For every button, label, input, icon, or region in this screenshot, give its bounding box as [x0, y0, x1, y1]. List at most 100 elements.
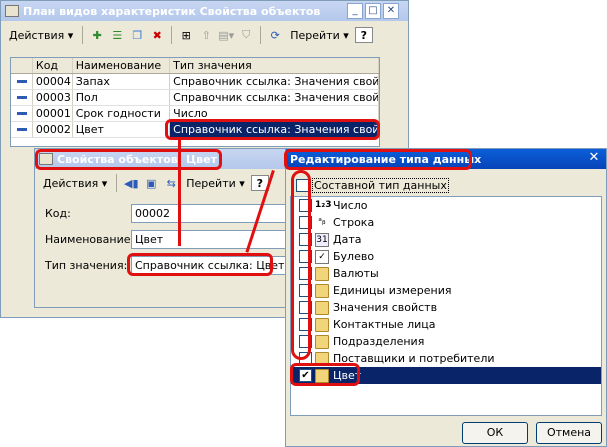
save-icon[interactable]: ⇆ [162, 175, 180, 191]
row-type: Справочник ссылка: Значения свойств [170, 74, 379, 89]
checkbox-icon[interactable] [299, 250, 312, 263]
toolbar-separator [82, 26, 84, 44]
list-item[interactable]: Значения свойств [291, 299, 601, 316]
checkbox-icon[interactable] [299, 335, 312, 348]
checkbox-icon[interactable] [299, 301, 312, 314]
checkbox-icon[interactable] [296, 179, 309, 192]
toolbar-separator [260, 26, 262, 44]
row-marker-icon [11, 122, 33, 137]
table-header: Код Наименование Тип значения [11, 58, 379, 74]
items-table[interactable]: Код Наименование Тип значения 00004 Запа… [10, 57, 380, 147]
list-item-label: Контактные лица [333, 318, 436, 331]
list-item[interactable]: Валюты [291, 265, 601, 282]
delete-mark-icon[interactable]: ✖ [148, 27, 166, 43]
copy-icon[interactable]: ❐ [128, 27, 146, 43]
minimize-icon[interactable]: _ [347, 3, 363, 19]
list-item-label: Дата [333, 233, 362, 246]
composite-type-checkbox[interactable]: Составной тип данных [296, 178, 449, 193]
filter-icon[interactable]: ⛉ [237, 27, 255, 43]
row-type: Справочник ссылка: Значения свойств [170, 122, 379, 137]
cancel-button[interactable]: Отмена [536, 422, 602, 444]
main-window-title: План видов характеристик Свойства объект… [23, 4, 321, 18]
list-item[interactable]: Поставщики и потребители [291, 350, 601, 367]
help-icon[interactable]: ? [354, 27, 373, 43]
table-row[interactable]: 00004 Запах Справочник ссылка: Значения … [11, 74, 379, 90]
checked-checkbox-icon[interactable]: ✔ [299, 369, 312, 382]
marker-column-header [11, 58, 33, 73]
list-item[interactable]: ᵃᵦ Строка [291, 214, 601, 231]
folder-icon [315, 300, 329, 315]
name-field[interactable]: Цвет [131, 230, 291, 249]
folder-icon [315, 317, 329, 332]
maximize-icon[interactable]: □ [365, 3, 381, 19]
column-header-name[interactable]: Наименование [73, 58, 171, 73]
folder-icon [315, 334, 329, 349]
checkbox-icon[interactable] [299, 233, 312, 246]
row-name: Пол [73, 90, 171, 105]
main-toolbar: Действия ▾ ✚ ☰ ❐ ✖ ⊞ ⇧ ▤▾ ⛉ ⟳ Перейти ▾ … [1, 23, 408, 47]
actions-menu[interactable]: Действия ▾ [39, 177, 111, 190]
list-item-selected[interactable]: ✔ Цвет [291, 367, 601, 384]
list-item-label: Единицы измерения [333, 284, 452, 297]
goto-menu[interactable]: Перейти ▾ [182, 177, 249, 190]
checkbox-icon[interactable] [299, 216, 312, 229]
checkbox-icon[interactable] [299, 267, 312, 280]
move-icon[interactable]: ▤▾ [217, 27, 235, 43]
composite-type-label: Составной тип данных [312, 178, 449, 193]
row-code: 00003 [33, 90, 73, 105]
close-icon[interactable]: ✕ [586, 151, 602, 167]
row-name: Цвет [73, 122, 171, 137]
code-field[interactable]: 00002 [131, 204, 291, 223]
number-icon: 1₂3 [315, 199, 332, 210]
table-row[interactable]: 00003 Пол Справочник ссылка: Значения св… [11, 90, 379, 106]
table-row-selected[interactable]: 00002 Цвет Справочник ссылка: Значения с… [11, 122, 379, 138]
checkbox-icon[interactable] [299, 199, 312, 212]
back-icon[interactable]: ◀▮ [122, 175, 140, 191]
type-dialog-titlebar[interactable]: Редактирование типа данных [286, 149, 606, 169]
date-icon: 31 [315, 232, 329, 247]
detail-window-title: Свойства объектов: Цвет [57, 152, 217, 166]
goto-menu[interactable]: Перейти ▾ [286, 29, 353, 42]
folder-icon [315, 351, 329, 366]
add-icon[interactable]: ✚ [88, 27, 106, 43]
row-code: 00002 [33, 122, 73, 137]
refresh-icon[interactable]: ⟳ [266, 27, 284, 43]
type-dialog-title: Редактирование типа данных [290, 152, 482, 166]
list-item[interactable]: Контактные лица [291, 316, 601, 333]
type-label: Тип значения: [45, 259, 128, 272]
row-name: Запах [73, 74, 171, 89]
type-field[interactable]: Справочник ссылка: Цвет [131, 256, 291, 275]
folder-icon [315, 283, 329, 298]
row-type: Число [170, 106, 379, 121]
toolbar-separator [116, 174, 118, 192]
type-list[interactable]: 1₂3 Число ᵃᵦ Строка 31 Дата ✓ Булево Вал… [290, 196, 602, 416]
window-icon [39, 153, 53, 165]
checkbox-icon[interactable] [299, 284, 312, 297]
close-icon[interactable]: ✕ [383, 3, 399, 19]
list-item-label: Валюты [333, 267, 379, 280]
row-code: 00001 [33, 106, 73, 121]
code-label: Код: [45, 207, 71, 220]
column-header-type[interactable]: Тип значения [170, 58, 379, 73]
form-icon[interactable]: ▣ [142, 175, 160, 191]
row-marker-icon [11, 90, 33, 105]
add-group-icon[interactable]: ☰ [108, 27, 126, 43]
list-item[interactable]: Единицы измерения [291, 282, 601, 299]
level-up-icon[interactable]: ⇧ [197, 27, 215, 43]
checkbox-icon[interactable] [299, 352, 312, 365]
row-marker-icon [11, 106, 33, 121]
boolean-icon: ✓ [315, 249, 329, 264]
list-item-label: Значения свойств [333, 301, 438, 314]
ok-button[interactable]: ОК [462, 422, 528, 444]
list-item[interactable]: ✓ Булево [291, 248, 601, 265]
list-item[interactable]: Подразделения [291, 333, 601, 350]
list-item[interactable]: 31 Дата [291, 231, 601, 248]
actions-menu[interactable]: Действия ▾ [5, 29, 77, 42]
checkbox-icon[interactable] [299, 318, 312, 331]
table-row[interactable]: 00001 Срок годности Число [11, 106, 379, 122]
help-icon[interactable]: ? [250, 175, 269, 191]
column-header-code[interactable]: Код [33, 58, 73, 73]
list-item[interactable]: 1₂3 Число [291, 197, 601, 214]
hierarchy-icon[interactable]: ⊞ [177, 27, 195, 43]
folder-icon [315, 368, 329, 383]
